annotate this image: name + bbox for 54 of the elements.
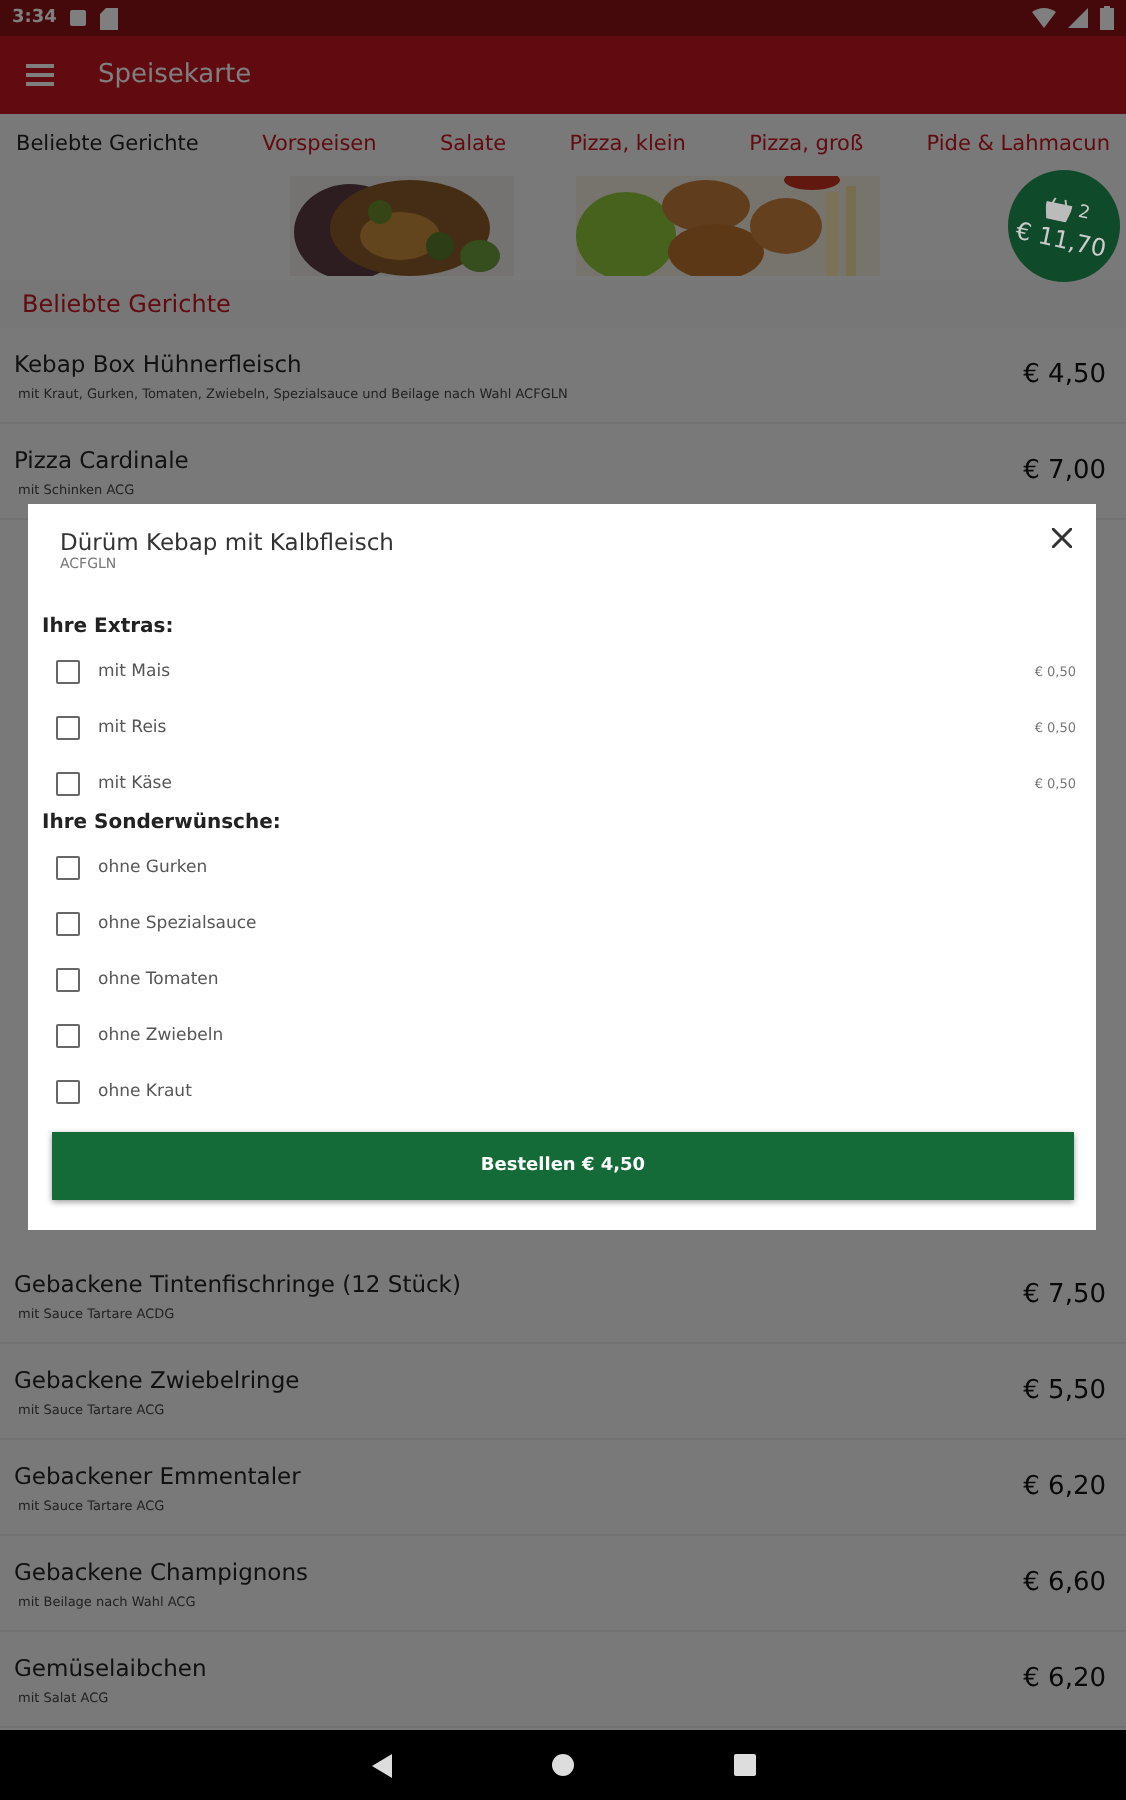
checkbox[interactable] bbox=[56, 968, 80, 992]
menu-icon[interactable] bbox=[26, 64, 54, 86]
category-tab[interactable]: Pizza, groß bbox=[745, 132, 868, 156]
checkbox[interactable] bbox=[56, 1080, 80, 1104]
item-name: Pizza Cardinale bbox=[14, 445, 191, 473]
dialog-title: Dürüm Kebap mit Kalbfleisch bbox=[60, 528, 394, 556]
signal-icon bbox=[1068, 8, 1088, 28]
item-price: € 4,50 bbox=[1023, 360, 1106, 390]
option-label: mit Mais bbox=[98, 662, 173, 682]
recents-icon[interactable] bbox=[733, 1754, 755, 1776]
item-name: Gebackener Emmentaler bbox=[14, 1461, 303, 1489]
item-price: € 6,20 bbox=[1023, 1472, 1106, 1502]
wifi-icon bbox=[1032, 8, 1056, 28]
item-name: Gemüselaibchen bbox=[14, 1653, 209, 1681]
option-label: ohne Gurken bbox=[98, 858, 210, 878]
category-tab[interactable]: Pizza, klein bbox=[565, 132, 690, 156]
close-icon[interactable] bbox=[1052, 528, 1072, 548]
option-label: ohne Spezialsauce bbox=[98, 914, 259, 934]
status-time: 3:34 bbox=[12, 8, 57, 28]
checkbox[interactable] bbox=[56, 660, 80, 684]
sd-card-icon bbox=[100, 7, 119, 29]
option-label: ohne Zwiebeln bbox=[98, 1026, 226, 1046]
home-icon[interactable] bbox=[551, 1754, 573, 1776]
back-icon[interactable] bbox=[371, 1753, 391, 1777]
option-label: ohne Tomaten bbox=[98, 970, 221, 990]
item-price: € 7,50 bbox=[1023, 1280, 1106, 1310]
basket-icon bbox=[1042, 194, 1073, 222]
item-price: € 6,60 bbox=[1023, 1568, 1106, 1598]
item-name: Gebackene Champignons bbox=[14, 1557, 310, 1585]
option-label: mit Reis bbox=[98, 718, 169, 738]
category-tab[interactable]: Salate bbox=[436, 132, 511, 156]
category-tab[interactable]: Beliebte Gerichte bbox=[12, 132, 203, 156]
battery-icon bbox=[1100, 6, 1114, 30]
checkbox[interactable] bbox=[56, 856, 80, 880]
order-button[interactable]: Bestellen € 4,50 bbox=[52, 1132, 1074, 1200]
app-title: Speisekarte bbox=[98, 60, 252, 90]
checkbox[interactable] bbox=[56, 716, 80, 740]
checkbox[interactable] bbox=[56, 912, 80, 936]
cart-count: 2 bbox=[1076, 202, 1092, 225]
group-heading: Ihre Sonderwünsche: bbox=[42, 812, 283, 838]
checkbox[interactable] bbox=[56, 772, 80, 796]
item-name: Kebap Box Hühnerfleisch bbox=[14, 349, 304, 377]
item-price: € 6,20 bbox=[1023, 1664, 1106, 1694]
item-name: Gebackene Tintenfischringe (12 Stück) bbox=[14, 1269, 463, 1297]
option-label: ohne Kraut bbox=[98, 1082, 194, 1102]
item-price: € 7,00 bbox=[1023, 456, 1106, 486]
item-price: € 5,50 bbox=[1023, 1376, 1106, 1406]
category-tab[interactable]: Vorspeisen bbox=[258, 132, 381, 156]
option-label: mit Käse bbox=[98, 774, 174, 794]
category-tab[interactable]: Pide & Lahmacun bbox=[922, 132, 1114, 156]
item-name: Gebackene Zwiebelringe bbox=[14, 1365, 302, 1393]
notification-icon bbox=[68, 8, 89, 28]
checkbox[interactable] bbox=[56, 1024, 80, 1048]
group-heading: Ihre Extras: bbox=[42, 616, 176, 642]
